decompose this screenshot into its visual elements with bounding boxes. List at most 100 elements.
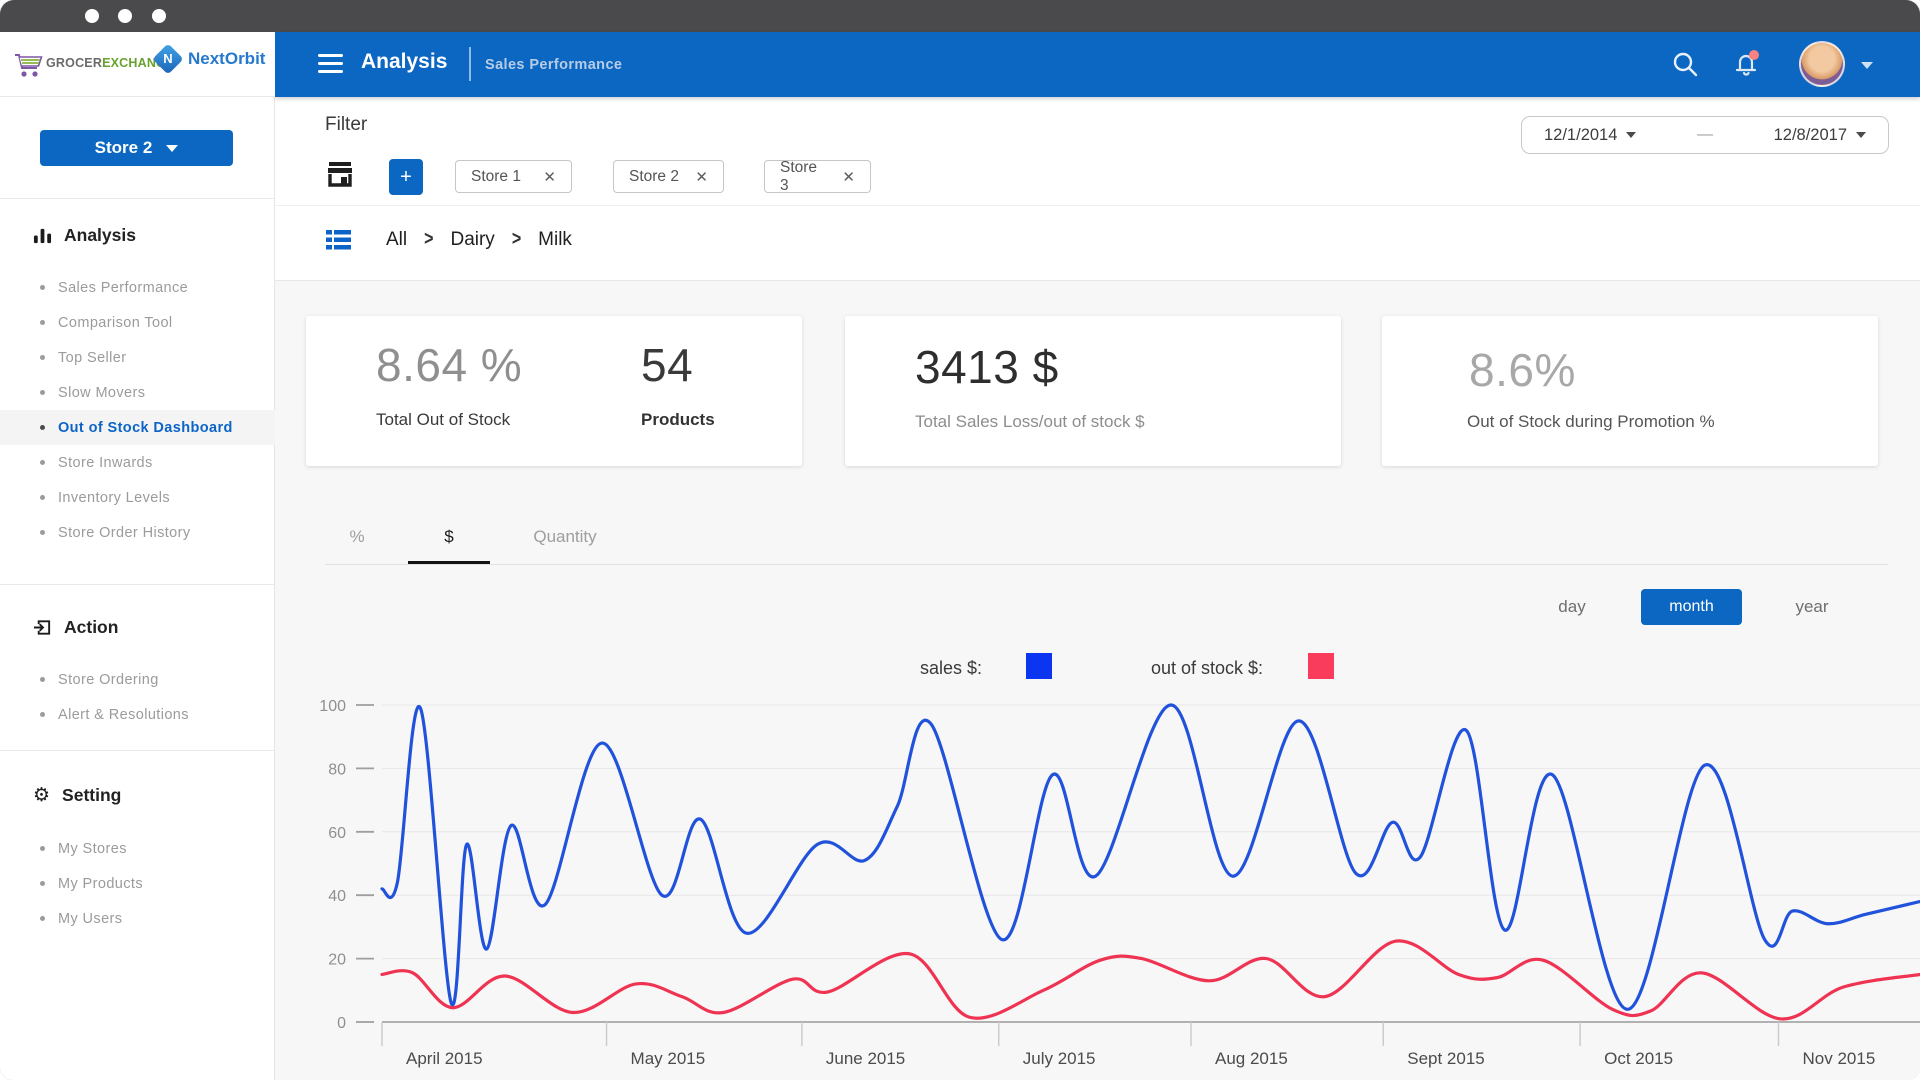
chip-close-icon[interactable]: ✕ [543,168,556,186]
sidebar-item-slow-movers[interactable]: Slow Movers [0,375,275,410]
header-divider [469,47,471,81]
window-control-minimize-icon[interactable] [118,9,132,23]
store-filter-chip[interactable]: Store 1 ✕ [455,160,572,193]
category-list-icon[interactable] [326,229,351,251]
filter-panel: Filter 12/1/2014 — 12/8/2017 + Store 1 ✕ … [275,97,1920,281]
sidebar-section-analysis: Analysis [33,221,136,249]
date-to-chevron-down-icon [1856,132,1866,138]
period-option-day[interactable]: day [1547,597,1597,617]
card-total-sales-loss: 3413 $ Total Sales Loss/out of stock $ [845,316,1341,466]
sidebar-section-action: Action [33,613,118,641]
svg-text:80: 80 [328,761,346,778]
stat-label: Total Sales Loss/out of stock $ [915,412,1145,431]
sidebar-item-out-of-stock-dashboard[interactable]: Out of Stock Dashboard [0,410,275,445]
nextorbit-logo-icon: N [152,43,184,75]
sidebar-section-setting: ⚙ Setting [33,783,122,806]
bar-chart-icon [33,228,52,243]
svg-text:April 2015: April 2015 [406,1049,483,1068]
sidebar-item-inventory-levels[interactable]: Inventory Levels [0,480,275,515]
svg-text:0: 0 [337,1015,346,1032]
window-control-maximize-icon[interactable] [152,9,166,23]
stat-label: Total Out of Stock [376,410,511,429]
date-range-picker[interactable]: 12/1/2014 — 12/8/2017 [1521,116,1889,154]
stat-value: 54 [641,339,694,391]
breadcrumb: All > Dairy > Milk [326,229,572,251]
sidebar-item-my-stores[interactable]: My Stores [0,831,275,866]
notifications-bell-icon[interactable] [1730,48,1762,80]
window-titlebar [0,0,1920,32]
period-option-month[interactable]: month [1641,589,1742,625]
breadcrumb-chevron-icon: > [511,228,522,250]
sidebar-item-sales-performance[interactable]: Sales Performance [0,270,275,305]
breadcrumb-item-dairy[interactable]: Dairy [450,229,494,251]
app-window: GROCEREXCHANGE N NextOrbit Analysis Sale… [0,0,1920,1080]
store-selector-button[interactable]: Store 2 [40,130,233,166]
svg-text:20: 20 [328,952,346,969]
search-icon[interactable] [1669,48,1701,80]
filter-divider [275,205,1920,206]
sidebar-item-store-ordering[interactable]: Store Ordering [0,662,275,697]
stat-label: Out of Stock during Promotion % [1467,412,1715,431]
svg-text:Oct 2015: Oct 2015 [1604,1049,1673,1068]
window-control-close-icon[interactable] [85,9,99,23]
breadcrumb-item-milk[interactable]: Milk [538,229,572,251]
svg-text:Sept 2015: Sept 2015 [1407,1049,1485,1068]
sidebar-item-top-seller[interactable]: Top Seller [0,340,275,375]
storefront-icon [328,162,352,187]
page-subtitle: Sales Performance [485,57,623,73]
stat-value: 8.6% [1469,344,1576,396]
svg-text:July 2015: July 2015 [1023,1049,1096,1068]
breadcrumb-item-all[interactable]: All [386,229,407,251]
date-from[interactable]: 12/1/2014 [1544,126,1637,145]
sidebar-action-items: Store Ordering Alert & Resolutions [0,662,275,732]
sidebar-item-comparison-tool[interactable]: Comparison Tool [0,305,275,340]
add-store-filter-button[interactable]: + [389,159,423,195]
stat-value: 3413 $ [915,341,1059,393]
period-option-year[interactable]: year [1787,597,1837,617]
page-title: Analysis [361,50,448,73]
svg-text:100: 100 [319,698,346,715]
stat-label: Products [641,410,715,429]
main-content: Filter 12/1/2014 — 12/8/2017 + Store 1 ✕ … [275,97,1920,1080]
chart-svg: 0 20 40 60 80 100 April 2015 May 2015 June 2015 J… [319,698,1920,1068]
user-avatar[interactable] [1799,41,1845,87]
chip-close-icon[interactable]: ✕ [695,168,708,186]
tab-percent[interactable]: % [332,527,382,547]
date-from-chevron-down-icon [1626,132,1637,138]
svg-text:Nov 2015: Nov 2015 [1803,1049,1876,1068]
notification-badge-dot [1749,50,1759,60]
store-filter-chip[interactable]: Store 2 ✕ [613,160,724,193]
sidebar-item-my-users[interactable]: My Users [0,901,275,936]
sidebar: Store 2 Analysis Sales Performance Compa… [0,97,275,1080]
grocer-logo-text-gray: GROCER [46,56,103,70]
hamburger-menu-icon[interactable] [318,54,343,74]
legend-swatch-out-of-stock [1308,653,1334,679]
store-filter-chip[interactable]: Store 3 ✕ [764,159,871,194]
exit-to-app-icon [33,619,51,635]
sidebar-analysis-items: Sales Performance Comparison Tool Top Se… [0,270,275,550]
svg-text:May 2015: May 2015 [631,1049,706,1068]
date-range-separator: — [1697,126,1713,143]
sidebar-setting-items: My Stores My Products My Users [0,831,275,936]
app-header: Analysis Sales Performance [275,32,1920,97]
sidebar-item-store-order-history[interactable]: Store Order History [0,515,275,550]
logo-strip: GROCEREXCHANGE N NextOrbit [0,32,275,97]
filter-title: Filter [325,114,368,135]
sidebar-divider [0,750,275,751]
legend-label-out-of-stock: out of stock $: [1151,658,1264,678]
svg-text:June 2015: June 2015 [826,1049,905,1068]
svg-text:60: 60 [328,825,346,842]
gear-icon: ⚙ [33,783,51,806]
sidebar-item-my-products[interactable]: My Products [0,866,275,901]
sidebar-divider [0,198,275,199]
sidebar-item-store-inwards[interactable]: Store Inwards [0,445,275,480]
tab-quantity[interactable]: Quantity [515,527,615,547]
svg-text:40: 40 [328,888,346,905]
nextorbit-logo-text: NextOrbit [188,49,266,68]
profile-chevron-down-icon[interactable] [1861,62,1873,69]
chip-close-icon[interactable]: ✕ [842,168,855,186]
tab-dollar[interactable]: $ [424,527,474,547]
stat-value: 8.64 % [376,339,523,391]
sidebar-item-alert-resolutions[interactable]: Alert & Resolutions [0,697,275,732]
date-to[interactable]: 12/8/2017 [1774,126,1866,145]
